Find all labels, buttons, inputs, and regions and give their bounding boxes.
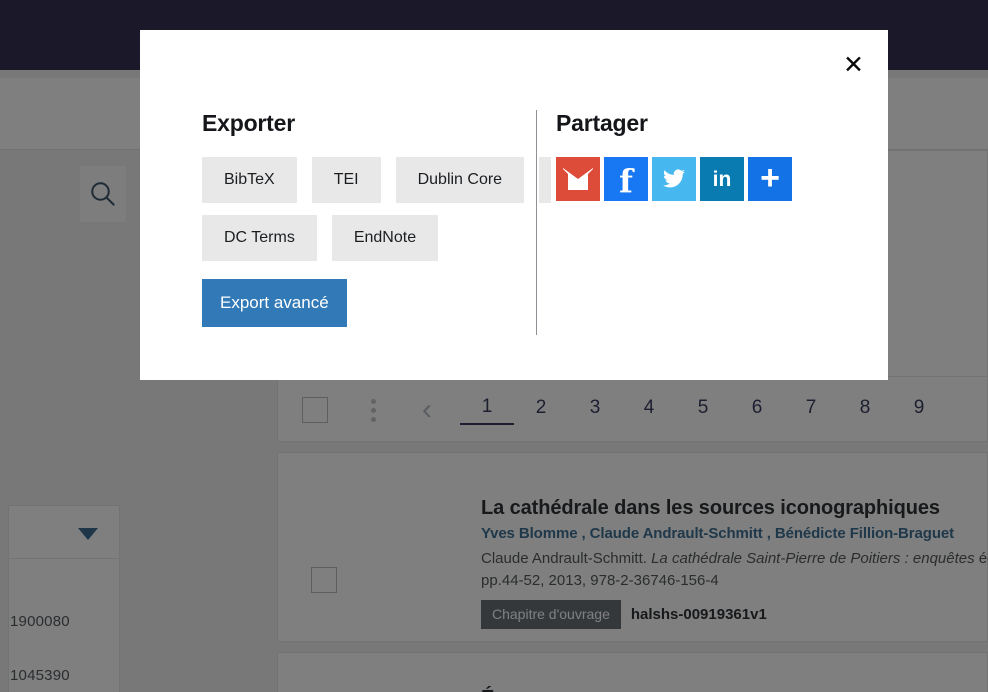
export-dublin-core-button[interactable]: Dublin Core — [395, 157, 525, 203]
advanced-export-button[interactable]: Export avancé — [202, 279, 347, 327]
export-section: Exporter BibTeX TEI Dublin Core RIS DC T… — [202, 110, 554, 327]
screen: 1900080 1045390 ‹ 1 2 3 4 5 6 — [0, 0, 988, 692]
twitter-icon[interactable] — [652, 157, 696, 201]
facebook-glyph: f — [619, 162, 633, 200]
export-bibtex-button[interactable]: BibTeX — [202, 157, 297, 203]
gmail-icon[interactable] — [556, 157, 600, 201]
facebook-icon[interactable]: f — [604, 157, 648, 201]
plus-glyph: + — [760, 158, 780, 197]
linkedin-icon[interactable]: in — [700, 157, 744, 201]
export-ris-button[interactable]: RIS — [539, 157, 552, 203]
export-tei-button[interactable]: TEI — [311, 157, 381, 203]
share-section-title: Partager — [556, 110, 648, 136]
export-section-title: Exporter — [202, 110, 295, 136]
share-targets: f in + — [556, 157, 856, 201]
export-dc-terms-button[interactable]: DC Terms — [202, 215, 317, 261]
linkedin-glyph: in — [712, 167, 732, 191]
more-share-icon[interactable]: + — [748, 157, 792, 201]
share-section: Partager f in + — [556, 110, 856, 201]
export-share-modal: ✕ Exporter BibTeX TEI Dublin Core RIS DC… — [140, 30, 888, 380]
export-format-row-1: BibTeX TEI Dublin Core RIS — [202, 157, 554, 203]
export-format-row-2: DC Terms EndNote — [202, 215, 554, 261]
export-endnote-button[interactable]: EndNote — [331, 215, 439, 261]
